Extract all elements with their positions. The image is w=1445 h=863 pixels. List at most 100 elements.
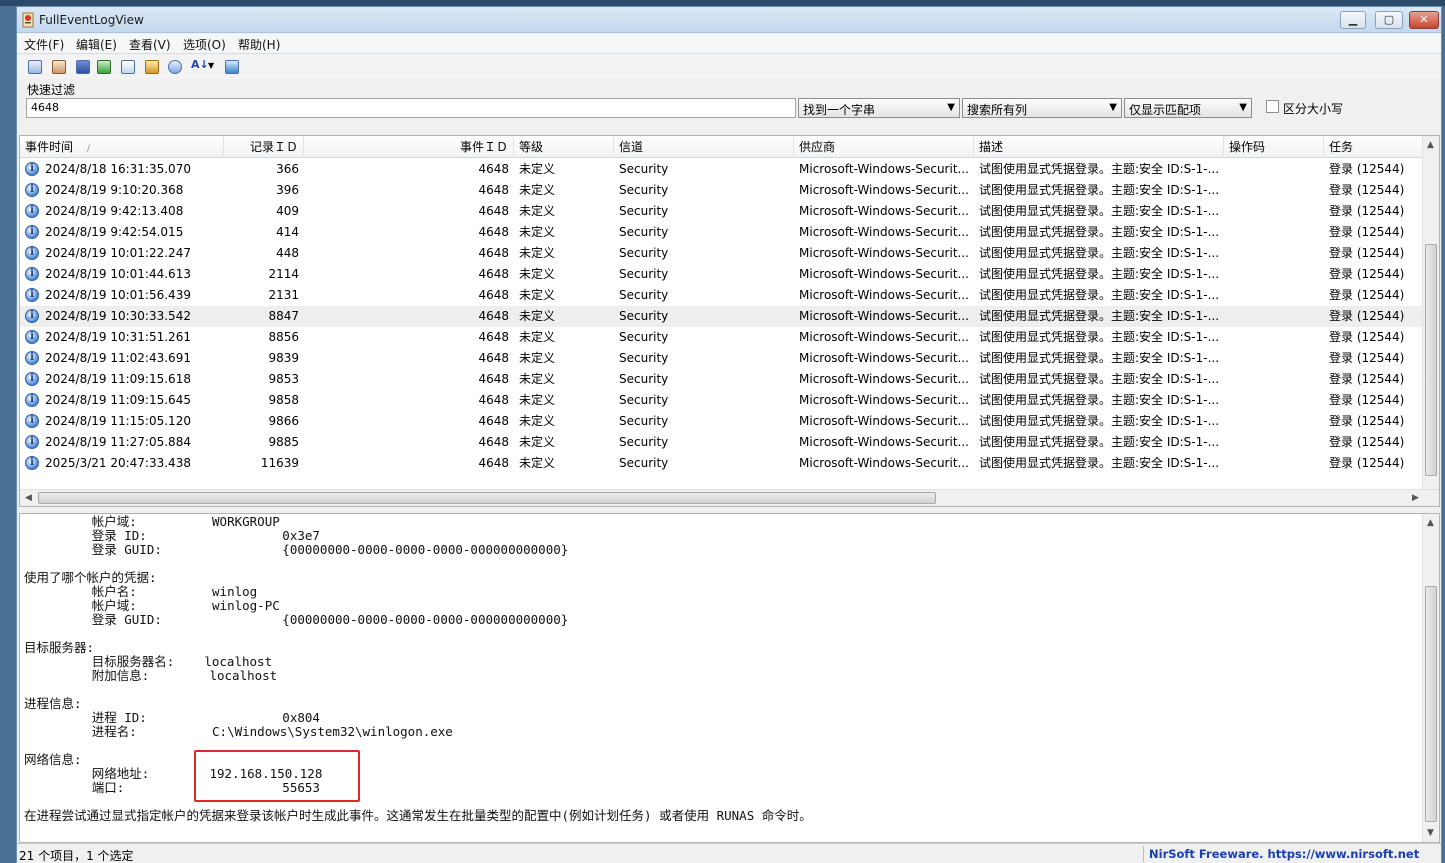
scroll-up-icon[interactable]: ▲ bbox=[1427, 518, 1434, 528]
table-row[interactable]: i 2025/3/21 20:47:33.438 11639 4648 未定义 Secur… bbox=[20, 453, 1424, 474]
info-icon: i bbox=[25, 456, 39, 470]
nirsoft-link[interactable]: NirSoft Freeware. https://www.nirsoft.ne… bbox=[1149, 847, 1419, 861]
cell-provider: Microsoft-Windows-Securit... bbox=[799, 267, 969, 281]
scroll-up-icon[interactable]: ▲ bbox=[1427, 140, 1434, 150]
menu-options[interactable]: 选项(O) bbox=[183, 36, 226, 53]
table-row[interactable]: i 2024/8/19 10:01:44.613 2114 4648 未定义 Securi… bbox=[20, 264, 1424, 285]
cell-opcode bbox=[1224, 390, 1324, 411]
list-horizontal-scrollbar[interactable]: ◀ ▶ bbox=[20, 489, 1439, 506]
scroll-down-icon[interactable]: ▼ bbox=[1427, 828, 1434, 838]
menu-file[interactable]: 文件(F) bbox=[24, 36, 64, 53]
list-vertical-scroll-thumb[interactable] bbox=[1425, 244, 1437, 476]
cell-event-time: 2024/8/19 9:10:20.368 bbox=[45, 183, 184, 197]
column-header-opcode[interactable]: 操作码 bbox=[1224, 136, 1324, 158]
column-header-provider[interactable]: 供应商 bbox=[794, 136, 974, 158]
cell-task: 登录 (12544) bbox=[1329, 162, 1405, 176]
cell-provider: Microsoft-Windows-Securit... bbox=[799, 288, 969, 302]
cell-description: 试图使用显式凭据登录。主题:安全 ID:S-1-... bbox=[979, 183, 1220, 197]
cell-record-id: 9885 bbox=[268, 435, 299, 449]
copy-icon[interactable] bbox=[118, 57, 138, 77]
event-detail-pane[interactable]: 帐户域: WORKGROUP 登录 ID: 0x3e7 登录 GUID: {00… bbox=[19, 513, 1440, 843]
column-header-event-id[interactable]: 事件ＩＤ bbox=[304, 136, 514, 158]
maximize-button[interactable]: ▢ bbox=[1375, 11, 1403, 29]
case-sensitive-checkbox[interactable] bbox=[1266, 100, 1279, 113]
column-header-task[interactable]: 任务 bbox=[1324, 136, 1424, 158]
cell-event-time: 2024/8/19 11:09:15.645 bbox=[45, 393, 191, 407]
cell-task: 登录 (12544) bbox=[1329, 183, 1405, 197]
cell-provider: Microsoft-Windows-Securit... bbox=[799, 372, 969, 386]
cell-channel: Security bbox=[619, 288, 669, 302]
properties-icon[interactable] bbox=[25, 57, 45, 77]
cell-record-id: 9839 bbox=[268, 351, 299, 365]
cell-record-id: 9866 bbox=[268, 414, 299, 428]
menu-help[interactable]: 帮助(H) bbox=[238, 36, 280, 53]
cell-provider: Microsoft-Windows-Securit... bbox=[799, 435, 969, 449]
scroll-left-icon[interactable]: ◀ bbox=[25, 493, 32, 503]
cell-provider: Microsoft-Windows-Securit... bbox=[799, 162, 969, 176]
table-row[interactable]: i 2024/8/19 9:10:20.368 396 4648 未定义 Security… bbox=[20, 180, 1424, 201]
refresh-icon[interactable] bbox=[94, 57, 114, 77]
event-list[interactable]: 事件时间 / 记录ＩＤ 事件ＩＤ 等级 信道 供应商 描述 操作码 任务 i 202… bbox=[19, 135, 1440, 507]
title-bar[interactable]: FullEventLogView ▁ ▢ ✕ bbox=[17, 7, 1441, 33]
table-row[interactable]: i 2024/8/18 16:31:35.070 366 4648 未定义 Securit… bbox=[20, 159, 1424, 180]
menu-view[interactable]: 查看(V) bbox=[129, 36, 171, 53]
filter-columns-value: 搜索所有列 bbox=[967, 103, 1028, 117]
table-row[interactable]: i 2024/8/19 10:31:51.261 8856 4648 未定义 Securi… bbox=[20, 327, 1424, 348]
table-row[interactable]: i 2024/8/19 10:01:56.439 2131 4648 未定义 Securi… bbox=[20, 285, 1424, 306]
cell-description: 试图使用显式凭据登录。主题:安全 ID:S-1-... bbox=[979, 414, 1220, 428]
table-row[interactable]: i 2024/8/19 11:02:43.691 9839 4648 未定义 Securi… bbox=[20, 348, 1424, 369]
options-icon[interactable] bbox=[142, 57, 162, 77]
table-row[interactable]: i 2024/8/19 11:15:05.120 9866 4648 未定义 Securi… bbox=[20, 411, 1424, 432]
column-header-level[interactable]: 等级 bbox=[514, 136, 614, 158]
table-row[interactable]: i 2024/8/19 11:27:05.884 9885 4648 未定义 Securi… bbox=[20, 432, 1424, 453]
list-horizontal-scroll-thumb[interactable] bbox=[38, 492, 936, 504]
info-icon: i bbox=[25, 204, 39, 218]
save-icon[interactable] bbox=[73, 57, 93, 77]
cell-task: 登录 (12544) bbox=[1329, 351, 1405, 365]
detail-vertical-scroll-thumb[interactable] bbox=[1425, 586, 1437, 822]
cell-event-time: 2025/3/21 20:47:33.438 bbox=[45, 456, 191, 470]
cell-record-id: 2114 bbox=[268, 267, 299, 281]
cell-channel: Security bbox=[619, 162, 669, 176]
minimize-button[interactable]: ▁ bbox=[1340, 11, 1366, 29]
menu-edit[interactable]: 编辑(E) bbox=[76, 36, 117, 53]
table-row[interactable]: i 2024/8/19 9:42:54.015 414 4648 未定义 Security… bbox=[20, 222, 1424, 243]
close-button[interactable]: ✕ bbox=[1409, 11, 1439, 29]
cell-level: 未定义 bbox=[519, 183, 556, 197]
exit-icon[interactable] bbox=[222, 57, 242, 77]
cell-description: 试图使用显式凭据登录。主题:安全 ID:S-1-... bbox=[979, 204, 1220, 218]
find-icon[interactable] bbox=[165, 57, 185, 77]
filter-mode-select[interactable]: 找到一个字串 ▼ bbox=[798, 98, 960, 118]
cell-record-id: 2131 bbox=[268, 288, 299, 302]
sort-icon[interactable]: A↓ ▼ bbox=[188, 57, 216, 77]
column-header-channel[interactable]: 信道 bbox=[614, 136, 794, 158]
table-row[interactable]: i 2024/8/19 9:42:13.408 409 4648 未定义 Security… bbox=[20, 201, 1424, 222]
table-row[interactable]: i 2024/8/19 11:09:15.618 9853 4648 未定义 Securi… bbox=[20, 369, 1424, 390]
column-header-event-time[interactable]: 事件时间 / bbox=[20, 136, 224, 158]
cell-level: 未定义 bbox=[519, 414, 556, 428]
column-header-description[interactable]: 描述 bbox=[974, 136, 1224, 158]
column-header-record-id[interactable]: 记录ＩＤ bbox=[224, 136, 304, 158]
cell-channel: Security bbox=[619, 456, 669, 470]
cell-provider: Microsoft-Windows-Securit... bbox=[799, 225, 969, 239]
cell-channel: Security bbox=[619, 183, 669, 197]
event-log-icon[interactable] bbox=[49, 57, 69, 77]
cell-provider: Microsoft-Windows-Securit... bbox=[799, 330, 969, 344]
cell-opcode bbox=[1224, 159, 1324, 180]
cell-event-id: 4648 bbox=[478, 288, 509, 302]
scroll-right-icon[interactable]: ▶ bbox=[1412, 493, 1419, 503]
cell-level: 未定义 bbox=[519, 204, 556, 218]
table-row[interactable]: i 2024/8/19 10:01:22.247 448 4648 未定义 Securit… bbox=[20, 243, 1424, 264]
table-row[interactable]: i 2024/8/19 11:09:15.645 9858 4648 未定义 Securi… bbox=[20, 390, 1424, 411]
cell-event-time: 2024/8/19 11:02:43.691 bbox=[45, 351, 191, 365]
table-row[interactable]: i 2024/8/19 10:30:33.542 8847 4648 未定义 Securi… bbox=[20, 306, 1424, 327]
quick-filter-input[interactable]: 4648 bbox=[26, 98, 796, 118]
detail-vertical-scrollbar[interactable]: ▲ ▼ bbox=[1422, 514, 1439, 842]
list-vertical-scrollbar[interactable]: ▲ bbox=[1422, 136, 1439, 491]
filter-display-select[interactable]: 仅显示匹配项 ▼ bbox=[1124, 98, 1252, 118]
case-sensitive-label[interactable]: 区分大小写 bbox=[1283, 100, 1343, 117]
filter-columns-select[interactable]: 搜索所有列 ▼ bbox=[962, 98, 1122, 118]
cell-event-id: 4648 bbox=[478, 225, 509, 239]
cell-description: 试图使用显式凭据登录。主题:安全 ID:S-1-... bbox=[979, 309, 1220, 323]
cell-record-id: 8856 bbox=[268, 330, 299, 344]
